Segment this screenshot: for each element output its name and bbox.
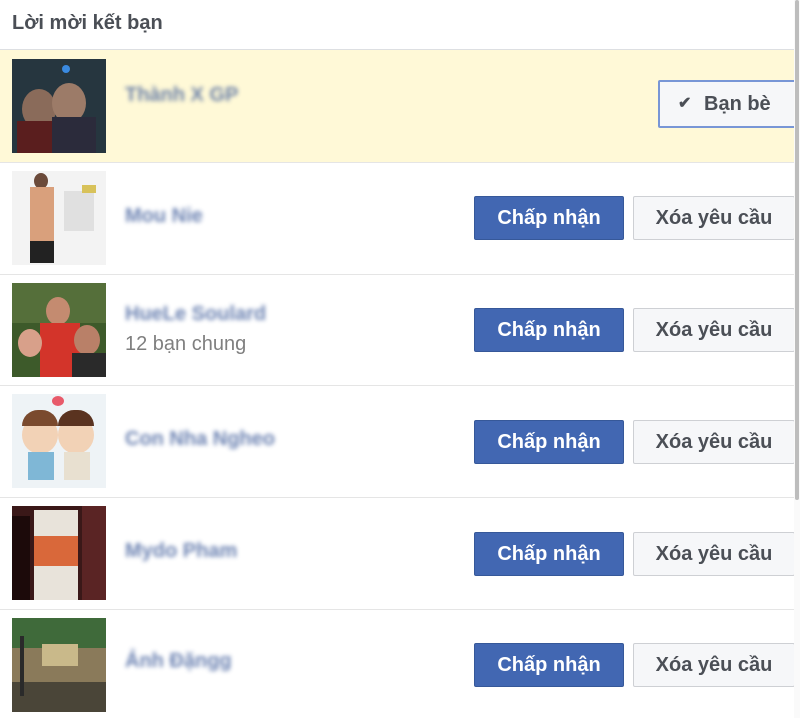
request-row: HueLe Soulard 12 bạn chung Chấp nhận Xóa…	[0, 275, 795, 386]
request-row: Ảnh Đặngg Chấp nhận Xóa yêu cầu	[0, 610, 795, 718]
request-row: Con Nha Ngheo Chấp nhận Xóa yêu cầu	[0, 386, 795, 498]
mutual-friends-count[interactable]: 12 bạn chung	[125, 333, 246, 356]
avatar[interactable]	[12, 59, 106, 153]
accept-button[interactable]: Chấp nhận	[474, 532, 624, 576]
accept-button[interactable]: Chấp nhận	[474, 308, 624, 352]
friend-requests-panel: Lời mời kết bạn Thành X GP ✔ Bạn bè Mou …	[0, 0, 798, 718]
requester-name[interactable]: Con Nha Ngheo	[125, 428, 275, 451]
accept-button[interactable]: Chấp nhận	[474, 420, 624, 464]
request-row: Mou Nie Chấp nhận Xóa yêu cầu	[0, 163, 795, 275]
friends-button-label: Bạn bè	[704, 93, 771, 115]
delete-request-button[interactable]: Xóa yêu cầu	[633, 643, 795, 687]
avatar[interactable]	[12, 171, 106, 265]
requester-name[interactable]: Ảnh Đặngg	[125, 650, 232, 673]
requester-name[interactable]: Mou Nie	[125, 205, 203, 228]
check-icon: ✔	[678, 95, 692, 112]
avatar[interactable]	[12, 618, 106, 712]
requester-name[interactable]: Mydo Pham	[125, 540, 237, 563]
header-title: Lời mời kết bạn	[12, 12, 163, 34]
scroll-thumb[interactable]	[795, 0, 799, 500]
delete-request-button[interactable]: Xóa yêu cầu	[633, 308, 795, 352]
delete-request-button[interactable]: Xóa yêu cầu	[633, 532, 795, 576]
scrollbar[interactable]	[794, 0, 800, 718]
friend-requests-header: Lời mời kết bạn	[0, 0, 794, 50]
request-row: Mydo Pham Chấp nhận Xóa yêu cầu	[0, 498, 795, 610]
delete-request-button[interactable]: Xóa yêu cầu	[633, 420, 795, 464]
requester-name[interactable]: HueLe Soulard	[125, 303, 266, 326]
requester-name[interactable]: Thành X GP	[125, 84, 238, 107]
avatar[interactable]	[12, 394, 106, 488]
delete-request-button[interactable]: Xóa yêu cầu	[633, 196, 795, 240]
accept-button[interactable]: Chấp nhận	[474, 196, 624, 240]
friends-button[interactable]: ✔ Bạn bè	[658, 80, 798, 128]
accept-button[interactable]: Chấp nhận	[474, 643, 624, 687]
request-row: Thành X GP ✔ Bạn bè	[0, 50, 798, 163]
avatar[interactable]	[12, 506, 106, 600]
avatar[interactable]	[12, 283, 106, 377]
